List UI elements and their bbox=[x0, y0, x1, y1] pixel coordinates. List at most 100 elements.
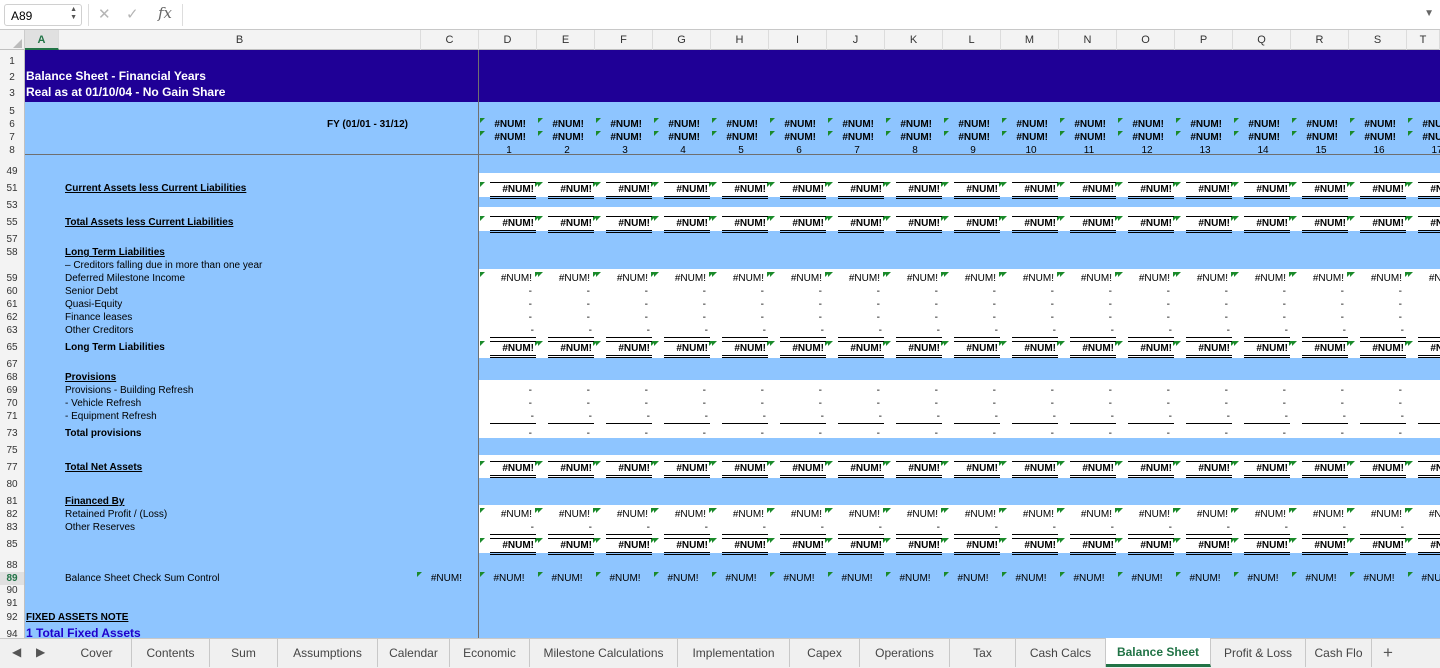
column-header-k[interactable]: K bbox=[885, 30, 943, 50]
dash-value[interactable]: - bbox=[606, 521, 652, 535]
dash-value[interactable]: - bbox=[1350, 298, 1408, 311]
num-error-value[interactable]: #NUM! bbox=[890, 572, 940, 585]
num-error-value[interactable]: #NUM! bbox=[664, 538, 710, 555]
column-header-q[interactable]: Q bbox=[1233, 30, 1291, 50]
dash-value[interactable]: - bbox=[1234, 397, 1292, 410]
dash-value[interactable]: - bbox=[828, 285, 886, 298]
column-header-c[interactable]: C bbox=[421, 30, 479, 50]
dash-value[interactable]: - bbox=[1234, 311, 1292, 324]
dash-value[interactable]: - bbox=[1408, 397, 1440, 410]
num-error-value[interactable]: #NUM! bbox=[1238, 572, 1288, 585]
sheet-tab[interactable]: Tax bbox=[950, 639, 1016, 667]
num-error-value[interactable]: #NUM! bbox=[722, 341, 768, 358]
dash-value[interactable]: - bbox=[954, 324, 1000, 338]
num-error-value[interactable]: #NUM! bbox=[606, 341, 652, 358]
dash-value[interactable]: - bbox=[1350, 285, 1408, 298]
dash-value[interactable]: - bbox=[886, 427, 944, 440]
num-error-value[interactable]: #NUM! bbox=[712, 508, 770, 521]
num-error-value[interactable]: #NUM! bbox=[1012, 538, 1058, 555]
dash-value[interactable]: - bbox=[1292, 427, 1350, 440]
dash-value[interactable]: - bbox=[1408, 311, 1440, 324]
num-error-value[interactable]: #NUM! bbox=[606, 538, 652, 555]
num-error-value[interactable]: #NUM! bbox=[828, 272, 886, 285]
dash-value[interactable]: - bbox=[480, 427, 538, 440]
num-error-value[interactable]: #NUM! bbox=[1234, 508, 1292, 521]
num-error-value[interactable]: #NUM! bbox=[1012, 216, 1058, 233]
add-sheet-icon[interactable]: + bbox=[1383, 643, 1393, 663]
dash-value[interactable]: - bbox=[828, 397, 886, 410]
num-error-value[interactable]: #NUM! bbox=[716, 572, 766, 585]
check-sum-c-value[interactable]: #NUM! bbox=[410, 572, 468, 585]
num-error-value[interactable]: #NUM! bbox=[1302, 216, 1348, 233]
num-error-value[interactable]: #NUM! bbox=[1186, 216, 1232, 233]
dash-value[interactable]: - bbox=[712, 298, 770, 311]
dash-value[interactable]: - bbox=[1002, 384, 1060, 397]
num-error-value[interactable]: #NUM! bbox=[896, 461, 942, 478]
num-error-value[interactable]: #NUM! bbox=[1118, 272, 1176, 285]
num-error-value[interactable]: #NUM! bbox=[1418, 341, 1440, 358]
dash-value[interactable]: - bbox=[1234, 427, 1292, 440]
dash-value[interactable]: - bbox=[712, 311, 770, 324]
num-error-value[interactable]: #NUM! bbox=[954, 461, 1000, 478]
sheet-tab[interactable]: Capex bbox=[790, 639, 860, 667]
dash-value[interactable]: - bbox=[1186, 410, 1232, 424]
num-error-value[interactable]: #NUM! bbox=[954, 216, 1000, 233]
column-header-f[interactable]: F bbox=[595, 30, 653, 50]
dash-value[interactable]: - bbox=[1302, 521, 1348, 535]
row-header[interactable]: 51 bbox=[0, 182, 24, 195]
row-header[interactable]: 60 bbox=[0, 285, 24, 298]
num-error-value[interactable]: #NUM! bbox=[490, 182, 536, 199]
num-error-value[interactable]: #NUM! bbox=[838, 538, 884, 555]
dash-value[interactable]: - bbox=[596, 397, 654, 410]
sheet-tab[interactable]: Implementation bbox=[678, 639, 790, 667]
num-error-value[interactable]: #NUM! bbox=[1296, 572, 1346, 585]
num-error-value[interactable]: #NUM! bbox=[1012, 461, 1058, 478]
dash-value[interactable]: - bbox=[1012, 410, 1058, 424]
dash-value[interactable]: - bbox=[944, 427, 1002, 440]
dash-value[interactable]: - bbox=[712, 397, 770, 410]
num-error-value[interactable]: #NUM! bbox=[658, 572, 708, 585]
row-header[interactable]: 88 bbox=[0, 559, 24, 572]
num-error-value[interactable]: #NUM! bbox=[1176, 272, 1234, 285]
dash-value[interactable]: - bbox=[1060, 384, 1118, 397]
num-error-value[interactable]: #NUM! bbox=[1186, 461, 1232, 478]
row-header[interactable]: 69 bbox=[0, 384, 24, 397]
dash-value[interactable]: - bbox=[1186, 324, 1232, 338]
num-error-value[interactable]: #NUM! bbox=[1350, 508, 1408, 521]
dash-value[interactable]: - bbox=[770, 285, 828, 298]
num-error-value[interactable]: #NUM! bbox=[1006, 572, 1056, 585]
dash-value[interactable]: - bbox=[654, 298, 712, 311]
num-error-value[interactable]: #NUM! bbox=[1002, 272, 1060, 285]
num-error-value[interactable]: #NUM! bbox=[1292, 272, 1350, 285]
dash-value[interactable]: - bbox=[1176, 427, 1234, 440]
dash-value[interactable]: - bbox=[896, 521, 942, 535]
dash-value[interactable]: - bbox=[1060, 311, 1118, 324]
row-header[interactable]: 92 bbox=[0, 611, 24, 624]
num-error-value[interactable]: #NUM! bbox=[548, 182, 594, 199]
num-error-value[interactable]: #NUM! bbox=[1244, 341, 1290, 358]
dash-value[interactable]: - bbox=[538, 384, 596, 397]
dash-value[interactable]: - bbox=[1418, 410, 1440, 424]
dash-value[interactable]: - bbox=[944, 397, 1002, 410]
name-box[interactable]: A89 ▲ ▼ bbox=[4, 4, 82, 26]
dash-value[interactable]: - bbox=[1012, 521, 1058, 535]
dash-value[interactable]: - bbox=[480, 311, 538, 324]
dash-value[interactable]: - bbox=[1244, 521, 1290, 535]
row-header[interactable]: 2 bbox=[0, 71, 24, 84]
dash-value[interactable]: - bbox=[538, 285, 596, 298]
dash-value[interactable]: - bbox=[1002, 427, 1060, 440]
column-header-b[interactable]: B bbox=[59, 30, 421, 50]
column-header-d[interactable]: D bbox=[479, 30, 537, 50]
dash-value[interactable]: - bbox=[1302, 410, 1348, 424]
dash-value[interactable]: - bbox=[1176, 298, 1234, 311]
dash-value[interactable]: - bbox=[548, 410, 594, 424]
dash-value[interactable]: - bbox=[1360, 521, 1406, 535]
num-error-value[interactable]: #NUM! bbox=[1244, 538, 1290, 555]
scroll-right-icon[interactable]: ▶ bbox=[36, 645, 45, 659]
dash-value[interactable]: - bbox=[1012, 324, 1058, 338]
dash-value[interactable]: - bbox=[1302, 324, 1348, 338]
dash-value[interactable]: - bbox=[1408, 298, 1440, 311]
scroll-left-icon[interactable]: ◀ bbox=[12, 645, 21, 659]
dash-value[interactable]: - bbox=[548, 521, 594, 535]
dash-value[interactable]: - bbox=[828, 427, 886, 440]
